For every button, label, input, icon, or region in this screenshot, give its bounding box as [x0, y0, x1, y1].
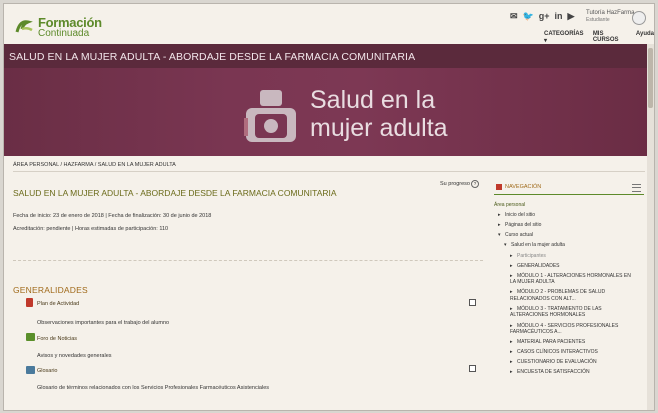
nav-tree-item[interactable]: ▸ CUESTIONARIO DE EVALUACIÓN [510, 359, 634, 366]
user-name: Tutoría HazFarma [586, 10, 635, 16]
nav-tree-item[interactable]: ▸ MÓDULO 3 - TRATAMIENTO DE LAS ALTERACIO… [510, 306, 634, 319]
social-links: ✉ 🐦 g+ in ▶ [510, 11, 574, 21]
banner-line1: Salud en la [310, 86, 436, 114]
course-accreditation: Acreditación: pendiente | Horas estimada… [13, 226, 169, 232]
breadcrumb-hazfarma[interactable]: HAZFARMA [64, 162, 94, 168]
nav-tree-item[interactable]: ▸ CASOS CLÍNICOS INTERACTIVOS [510, 349, 634, 356]
chevron-right-icon: ▸ [510, 252, 513, 259]
nav-tree-label: Curso actual [505, 232, 534, 239]
nav-tree-label: Área personal [494, 202, 526, 208]
nav-tree-item[interactable]: ▸ GENERALIDADES [510, 263, 634, 270]
completion-checkbox[interactable] [469, 299, 476, 306]
email-icon[interactable]: ✉ [510, 11, 518, 21]
scrollbar[interactable] [647, 44, 654, 410]
breadcrumb-home[interactable]: ÁREA PERSONAL [13, 162, 59, 168]
nav-mis-cursos[interactable]: MIS CURSOS [593, 31, 628, 44]
chevron-right-icon: ▸ [498, 212, 501, 219]
nav-ayuda[interactable]: Ayuda [636, 31, 654, 44]
breadcrumb-separator: / [94, 162, 97, 168]
nav-tree-label: MÓDULO 1 - ALTERACIONES HORMONALES EN LA… [510, 272, 631, 286]
chevron-right-icon: ▸ [510, 359, 513, 366]
nav-tree-label: CUESTIONARIO DE EVALUACIÓN [517, 359, 597, 366]
nav-tree-label: Páginas del sitio [505, 222, 542, 229]
avatar[interactable] [632, 11, 646, 25]
twitter-icon[interactable]: 🐦 [523, 11, 534, 21]
breadcrumb-separator: / [60, 162, 63, 168]
activity-description: Glosario de términos relacionados con lo… [37, 385, 270, 391]
activity-description: Observaciones importantes para el trabaj… [37, 320, 170, 326]
divider [13, 260, 483, 261]
pdf-icon [26, 298, 33, 307]
forum-icon [26, 333, 35, 341]
browser-frame: Formación Continuada ✉ 🐦 g+ in ▶ Tutoría… [3, 3, 655, 411]
nav-tree-label: MÓDULO 4 - SERVICIOS PROFESIONALES FARMA… [510, 322, 619, 336]
course-dates: Fecha de inicio: 23 de enero de 2018 | F… [13, 213, 212, 219]
youtube-icon[interactable]: ▶ [568, 11, 575, 21]
nav-tree-label: Salud en la mujer adulta [511, 242, 565, 249]
nav-tree-item[interactable]: ▸ MÓDULO 1 - ALTERACIONES HORMONALES EN L… [510, 273, 634, 286]
section-title: GENERALIDADES [13, 285, 88, 295]
nav-tree-label: ENCUESTA DE SATISFACCIÓN [517, 369, 590, 376]
nav-tree-item[interactable]: ▸ MATERIAL PARA PACIENTES [510, 339, 634, 346]
chevron-right-icon: ▸ [510, 369, 513, 376]
user-role: Estudiante [586, 17, 610, 23]
scrollbar-thumb[interactable] [648, 48, 653, 108]
course-banner: Salud en la mujer adulta [4, 68, 654, 156]
breadcrumb-current: SALUD EN LA MUJER ADULTA [97, 162, 176, 168]
block-menu-icon[interactable] [632, 184, 641, 192]
nav-tree-label: GENERALIDADES [517, 262, 560, 269]
chevron-right-icon: ▸ [510, 262, 513, 269]
navigation-header: NAVEGACIÓN [494, 182, 644, 193]
nav-tree-label: Participantes [517, 252, 546, 259]
navigation-title: NAVEGACIÓN [505, 184, 542, 190]
nav-tree-item[interactable]: ▸ MÓDULO 4 - SERVICIOS PROFESIONALES FARM… [510, 323, 634, 336]
site-logo[interactable]: Formación Continuada [14, 14, 102, 40]
progress-text: Su progreso [440, 181, 470, 187]
help-icon[interactable]: ? [470, 180, 479, 188]
nav-tree-label: MÓDULO 2 - PROBLEMAS DE SALUD RELACIONAD… [510, 289, 606, 302]
linkedin-icon[interactable]: in [555, 11, 563, 21]
band-title: SALUD EN LA MUJER ADULTA - ABORDAJE DESD… [9, 51, 416, 63]
course-title-band: SALUD EN LA MUJER ADULTA - ABORDAJE DESD… [4, 44, 654, 68]
nav-tree-item[interactable]: ▾ Curso actual [498, 232, 634, 239]
nav-tree-item[interactable]: ▸ Participantes [510, 253, 634, 260]
nav-tree-label: CASOS CLÍNICOS INTERACTIVOS [517, 349, 598, 356]
nav-tree-item[interactable]: ▸ Inicio del sitio [498, 212, 634, 219]
divider [13, 171, 645, 172]
nav-tree-item[interactable]: ▸ MÓDULO 2 - PROBLEMAS DE SALUD RELACIONA… [510, 289, 634, 302]
user-menu[interactable]: Tutoría HazFarma Estudiante [586, 10, 634, 24]
nav-categorias[interactable]: CATEGORÍAS ▾ [544, 31, 585, 44]
nav-tree-item[interactable]: ▾ Salud en la mujer adulta [504, 242, 634, 249]
banner-text: Salud en la mujer adulta [310, 86, 448, 142]
activity-forum-link[interactable]: Foro de Noticias [37, 336, 77, 342]
nav-tree-label: MÓDULO 3 - TRATAMIENTO DE LAS ALTERACION… [510, 305, 602, 319]
nav-tree-item[interactable]: ▸ ENCUESTA DE SATISFACCIÓN [510, 369, 634, 376]
nav-tree-label: Inicio del sitio [505, 212, 536, 219]
logo-mark-icon [15, 20, 33, 33]
google-plus-icon[interactable]: g+ [539, 11, 550, 21]
activity-plan-link[interactable]: Plan de Actividad [37, 301, 79, 307]
logo-text-line2: Continuada [38, 28, 90, 39]
chevron-right-icon: ▸ [498, 222, 501, 229]
progress-label: Su progreso? [440, 180, 479, 188]
chevron-right-icon: ▸ [510, 349, 513, 356]
woman-icon [244, 90, 296, 142]
navigation-icon [496, 184, 502, 190]
completion-checkbox[interactable] [469, 365, 476, 372]
course-title: SALUD EN LA MUJER ADULTA - ABORDAJE DESD… [13, 188, 337, 198]
site-header: Formación Continuada ✉ 🐦 g+ in ▶ Tutoría… [4, 4, 654, 44]
banner-line2: mujer adulta [310, 114, 448, 142]
nav-tree-item[interactable]: Área personal [494, 202, 634, 209]
glossary-icon [26, 366, 35, 374]
nav-tree-item[interactable]: ▸ Páginas del sitio [498, 222, 634, 229]
nav-tree-label: MATERIAL PARA PACIENTES [517, 339, 586, 346]
breadcrumb: ÁREA PERSONAL / HAZFARMA / SALUD EN LA M… [13, 162, 176, 168]
chevron-right-icon: ▸ [510, 339, 513, 346]
activity-description: Avisos y novedades generales [37, 353, 112, 359]
activity-glossary-link[interactable]: Glosario [37, 368, 57, 374]
chevron-down-icon: ▾ [498, 232, 501, 239]
top-nav: CATEGORÍAS ▾ MIS CURSOS Ayuda [544, 31, 654, 44]
navigation-underline [494, 194, 644, 195]
chevron-down-icon: ▾ [504, 242, 507, 249]
